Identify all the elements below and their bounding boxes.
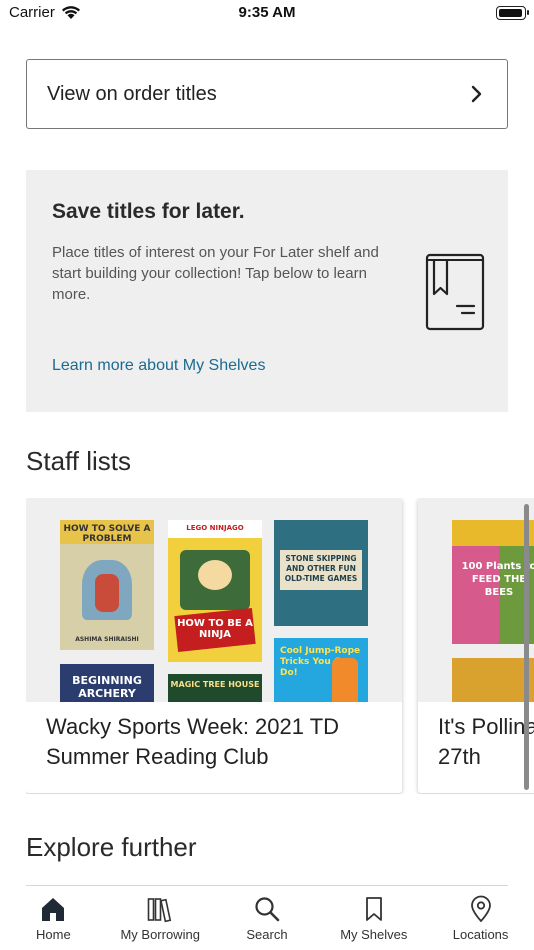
tab-home[interactable]: Home (0, 886, 107, 950)
staff-list-card[interactable]: HOW TO SOLVE A PROBLEM ASHIMA SHIRAISHI … (26, 498, 402, 793)
staff-lists-carousel[interactable]: HOW TO SOLVE A PROBLEM ASHIMA SHIRAISHI … (26, 498, 534, 794)
view-on-order-titles-button[interactable]: View on order titles (26, 59, 508, 129)
bookmark-book-icon (425, 253, 485, 331)
tab-my-borrowing[interactable]: My Borrowing (107, 886, 214, 950)
learn-more-shelves-link[interactable]: Learn more about My Shelves (52, 357, 265, 375)
book-cover: STONE SKIPPING AND OTHER FUN OLD-TIME GA… (274, 520, 368, 626)
tab-label: Home (36, 927, 71, 942)
location-pin-icon (470, 895, 491, 923)
book-cover-collage: 100 Plants to FEED THE BEES (418, 498, 534, 702)
tab-locations[interactable]: Locations (427, 886, 534, 950)
save-card-title: Save titles for later. (52, 200, 245, 223)
tab-bar: Home My Borrowing Search My Shelves Loca… (0, 886, 534, 950)
status-time: 9:35 AM (238, 4, 296, 21)
book-cover: Cool Jump-Rope Tricks You Can Do! (274, 638, 368, 702)
book-cover: BEGINNING ARCHERY (60, 664, 154, 702)
save-for-later-card: Save titles for later. Place titles of i… (26, 170, 508, 412)
book-cover: HOW TO SOLVE A PROBLEM ASHIMA SHIRAISHI (60, 520, 154, 650)
bookmark-icon (365, 897, 382, 921)
staff-list-card[interactable]: 100 Plants to FEED THE BEES It's Pollina… (418, 498, 534, 793)
tab-label: Locations (452, 927, 509, 942)
books-icon (147, 898, 172, 923)
staff-list-title: It's Pollinator Week! June 21st-27th (438, 714, 534, 769)
book-cover (452, 658, 534, 702)
book-cover: MAGIC TREE HOUSE (168, 674, 262, 702)
order-titles-label: View on order titles (47, 82, 217, 105)
book-cover: LEGO NINJAGO HOW TO BE A NINJA (168, 520, 262, 662)
staff-lists-heading: Staff lists (26, 446, 132, 476)
tab-my-shelves[interactable]: My Shelves (320, 886, 427, 950)
home-icon (42, 898, 65, 921)
scrollbar[interactable] (524, 504, 529, 790)
staff-list-title: Wacky Sports Week: 2021 TD Summer Readin… (46, 714, 340, 769)
save-card-body: Place titles of interest on your For Lat… (52, 244, 379, 303)
book-cover: 100 Plants to FEED THE BEES (452, 520, 534, 644)
explore-further-heading: Explore further (26, 832, 197, 862)
search-icon (255, 897, 280, 922)
chevron-right-icon (471, 85, 482, 103)
book-cover-collage: HOW TO SOLVE A PROBLEM ASHIMA SHIRAISHI … (26, 498, 402, 702)
tab-label: My Borrowing (120, 927, 200, 942)
tab-search[interactable]: Search (214, 886, 321, 950)
battery-icon (496, 6, 529, 20)
tab-label: My Shelves (340, 927, 408, 942)
tab-label: Search (246, 927, 288, 942)
status-bar: Carrier 9:35 AM (0, 0, 534, 28)
